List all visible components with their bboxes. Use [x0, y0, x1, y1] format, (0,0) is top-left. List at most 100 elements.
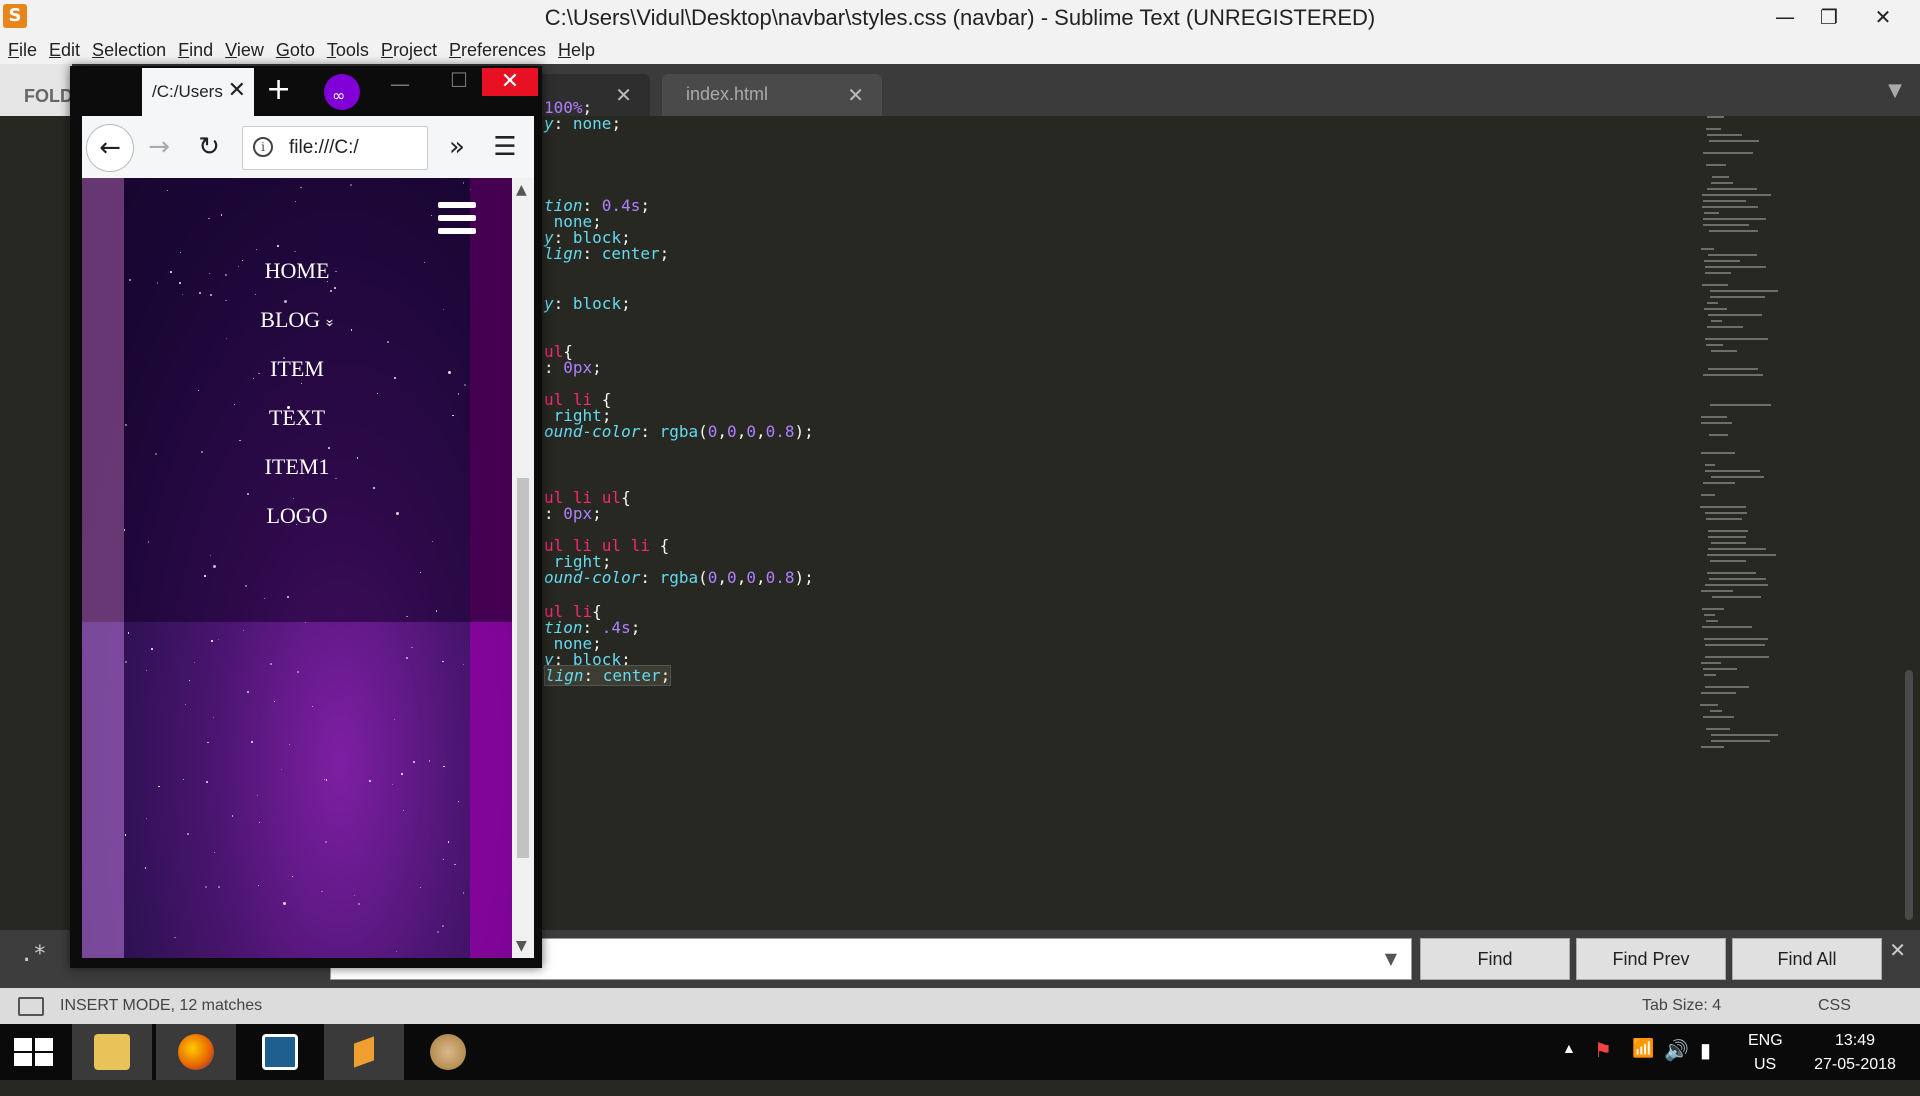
find-history-dropdown-icon[interactable]: ▼	[1385, 949, 1397, 968]
star	[245, 584, 247, 587]
nav-item-home[interactable]: HOME	[124, 258, 470, 284]
minimap-line	[1702, 224, 1749, 226]
restore-button[interactable]: ❐	[1806, 0, 1852, 34]
minimap-line	[1706, 116, 1724, 118]
page-scrollbar[interactable]: ▲ ▼	[512, 178, 534, 958]
star	[304, 622, 306, 624]
scroll-down-icon[interactable]: ▼	[516, 938, 527, 954]
nav-item-item1[interactable]: ITEM1	[124, 454, 470, 480]
url-text[interactable]: file:///C:/	[289, 137, 369, 159]
firefox-tab[interactable]: /C:/Users ✕	[142, 68, 254, 116]
menu-file[interactable]: File	[8, 40, 37, 61]
clock[interactable]: 13:49 27-05-2018	[1800, 1024, 1910, 1080]
minimap-line	[1703, 668, 1738, 670]
star	[145, 669, 148, 672]
minimap-line	[1706, 554, 1776, 556]
forward-arrow-icon[interactable]: →	[136, 124, 182, 170]
tab-close-icon[interactable]: ✕	[847, 83, 864, 108]
tab-size-selector[interactable]: Tab Size: 4	[1642, 997, 1721, 1015]
find-all-button[interactable]: Find All	[1732, 938, 1882, 980]
star	[325, 779, 328, 782]
editor-scrollbar-thumb[interactable]	[1905, 670, 1913, 920]
menu-view[interactable]: View	[225, 40, 264, 61]
menu-find[interactable]: Find	[178, 40, 213, 61]
reload-icon[interactable]: ↻	[186, 124, 232, 170]
tabs-dropdown-icon[interactable]: ▼	[1888, 80, 1902, 101]
scroll-up-icon[interactable]: ▲	[516, 182, 527, 198]
tab-label: index.html	[686, 84, 769, 104]
minimap-line	[1705, 686, 1749, 688]
console-toggle-icon[interactable]	[18, 997, 44, 1016]
code-line[interactable]: lign: center;	[544, 244, 669, 264]
minimap[interactable]	[1700, 116, 1900, 766]
taskbar-firefox[interactable]	[156, 1024, 236, 1080]
taskbar-brackets[interactable]	[240, 1024, 320, 1080]
minimap-line	[1711, 176, 1729, 178]
star	[321, 890, 323, 893]
regex-toggle[interactable]: .*	[20, 942, 47, 967]
page-scrollbar-thumb[interactable]	[517, 478, 529, 858]
url-bar[interactable]: i file:///C:/	[242, 126, 428, 170]
new-tab-icon[interactable]: +	[266, 72, 291, 107]
menu-selection[interactable]: Selection	[92, 40, 166, 61]
windows-start-icon[interactable]	[14, 1038, 54, 1066]
volume-icon[interactable]: 🔊	[1664, 1038, 1689, 1094]
info-icon[interactable]: i	[253, 137, 273, 157]
find-prev-button[interactable]: Find Prev	[1576, 938, 1726, 980]
code-line[interactable]: y: none;	[544, 114, 621, 134]
star	[454, 863, 456, 865]
minimize-button[interactable]: —	[1762, 0, 1808, 34]
minimap-line	[1701, 284, 1728, 286]
overflow-chevron-icon[interactable]: »	[434, 124, 480, 170]
nav-item-item[interactable]: ITEM	[124, 356, 470, 382]
status-bar: INSERT MODE, 12 matches Tab Size: 4 CSS	[0, 988, 1920, 1024]
menu-project[interactable]: Project	[381, 40, 437, 61]
menu-help[interactable]: Help	[558, 40, 595, 61]
tab-close-icon[interactable]: ✕	[615, 83, 632, 108]
taskbar-sublime[interactable]	[324, 1024, 404, 1080]
nav-item-logo[interactable]: LOGO	[124, 503, 470, 529]
minimap-line	[1707, 326, 1744, 328]
menu-preferences[interactable]: Preferences	[449, 40, 546, 61]
taskbar-file-explorer[interactable]	[72, 1024, 152, 1080]
editor-scrollbar[interactable]	[1905, 120, 1915, 920]
syntax-selector[interactable]: CSS	[1818, 997, 1851, 1015]
nav-item-text[interactable]: TEXT	[124, 405, 470, 431]
firefox-maximize-button[interactable]: ☐	[436, 68, 482, 96]
firefox-tab-close-icon[interactable]: ✕	[228, 78, 246, 103]
back-arrow-icon[interactable]: ←	[86, 124, 134, 172]
menu-tools[interactable]: Tools	[327, 40, 369, 61]
find-close-icon[interactable]: ✕	[1889, 938, 1906, 962]
find-button[interactable]: Find	[1420, 938, 1570, 980]
code-line[interactable]: lign: center;	[544, 665, 672, 686]
code-line[interactable]: : 0px;	[544, 504, 602, 524]
nav-item-blog[interactable]: BLOG »	[124, 307, 470, 333]
firefox-minimize-button[interactable]: —	[390, 72, 410, 96]
code-line[interactable]: ound-color: rgba(0,0,0,0.8);	[544, 422, 814, 442]
taskbar-paint[interactable]	[408, 1024, 488, 1080]
minimap-line	[1701, 248, 1714, 250]
close-button[interactable]: ✕	[1860, 0, 1906, 34]
star	[447, 841, 450, 843]
minimap-line	[1704, 512, 1747, 514]
code-line[interactable]: ound-color: rgba(0,0,0,0.8);	[544, 568, 814, 588]
code-line[interactable]: : 0px;	[544, 358, 602, 378]
minimap-line	[1701, 692, 1736, 694]
tab-index-html[interactable]: index.html ✕	[662, 74, 882, 116]
minimap-line	[1701, 206, 1759, 208]
minimap-line	[1710, 734, 1778, 736]
menu-goto[interactable]: Goto	[276, 40, 315, 61]
battery-icon[interactable]: ▮	[1700, 1038, 1711, 1094]
firefox-close-button[interactable]: ✕	[482, 68, 538, 96]
minimap-line	[1709, 434, 1728, 436]
tray-expand-icon[interactable]: ▲	[1562, 1040, 1576, 1096]
menu-edit[interactable]: Edit	[49, 40, 80, 61]
star	[358, 902, 361, 905]
hamburger-menu-icon[interactable]: ☰	[482, 124, 528, 170]
network-icon[interactable]: 📶	[1632, 1038, 1654, 1094]
minimap-line	[1704, 644, 1765, 646]
page-hamburger-icon[interactable]	[438, 202, 476, 236]
star	[188, 679, 191, 682]
code-line[interactable]: y: block;	[544, 294, 631, 314]
action-center-flag-icon[interactable]: ⚑	[1594, 1038, 1612, 1094]
